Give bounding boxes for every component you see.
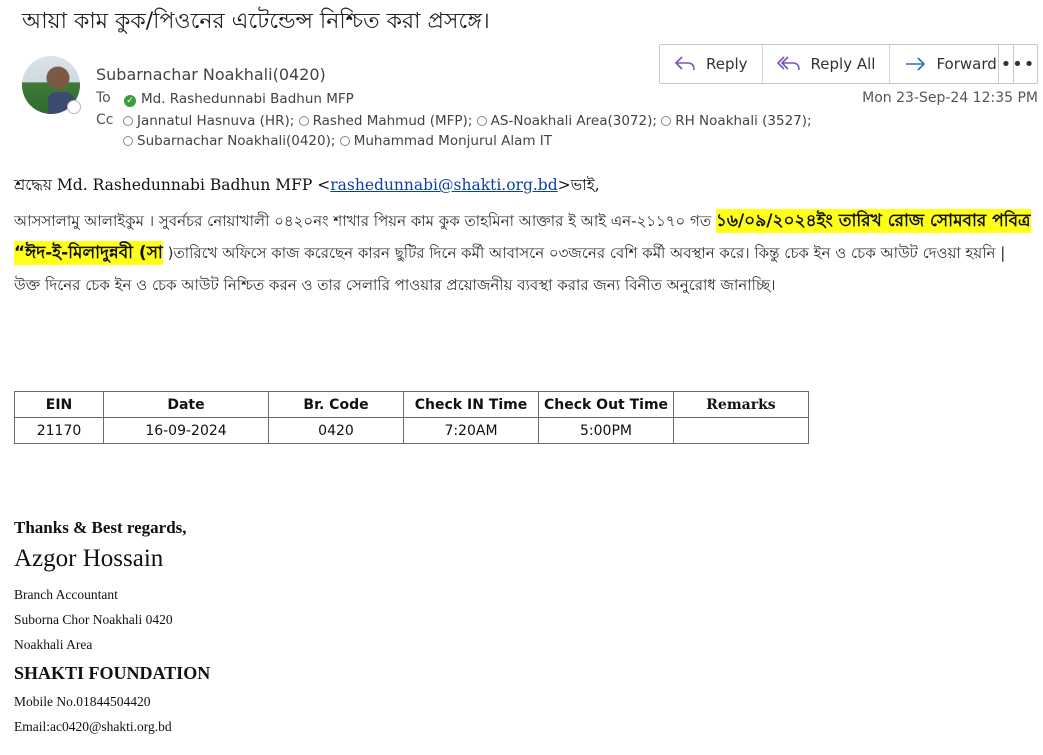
cc-recipient[interactable]: RH Noakhali (3527); bbox=[661, 113, 812, 129]
table-cell: 7:20AM bbox=[403, 417, 539, 444]
reply-icon bbox=[674, 56, 695, 71]
greeting-line: শ্রদ্ধেয় Md. Rashedunnabi Badhun MFP <r… bbox=[14, 173, 600, 199]
column-header: Check IN Time bbox=[403, 391, 539, 418]
table-cell: 0420 bbox=[268, 417, 404, 444]
table-row: 21170 16-09-2024 0420 7:20AM 5:00PM bbox=[14, 417, 809, 444]
reply-all-label: Reply All bbox=[810, 55, 876, 73]
table-cell: 21170 bbox=[14, 417, 104, 444]
table-cell bbox=[673, 417, 809, 444]
cc-recipient[interactable]: AS-Noakhali Area(3072); bbox=[476, 113, 657, 129]
email-subject: আয়া কাম কুক/পিওনের এটেন্ডেন্স নিশ্চিত ক… bbox=[22, 9, 490, 34]
sent-datetime: Mon 23-Sep-24 12:35 PM bbox=[862, 90, 1038, 106]
signature-email: Email:ac0420@shakti.org.bd bbox=[14, 719, 172, 734]
presence-unknown-icon bbox=[298, 116, 309, 126]
column-header: Remarks bbox=[673, 391, 809, 418]
presence-status-icon bbox=[67, 100, 81, 114]
signature-name: Azgor Hossain bbox=[14, 545, 164, 572]
cc-recipient[interactable]: Muhammad Monjurul Alam IT bbox=[339, 133, 552, 149]
paragraph-text: )তারিখে অফিসে কাজ করেছেন কারন ছুটির দিনে… bbox=[14, 244, 1006, 294]
reply-button[interactable]: Reply bbox=[660, 45, 763, 83]
body-paragraph: আসসালামু আলাইকুম । সুবর্নচর নোয়াখালী ০৪… bbox=[14, 205, 1036, 301]
cc-recipients-line2: Subarnachar Noakhali(0420); Muhammad Mon… bbox=[123, 133, 552, 149]
presence-unknown-icon bbox=[123, 116, 133, 126]
forward-label: Forward bbox=[936, 55, 997, 73]
column-header: Check Out Time bbox=[538, 391, 674, 418]
signature-branch: Suborna Chor Noakhali 0420 bbox=[14, 612, 173, 627]
presence-unknown-icon bbox=[339, 136, 350, 146]
signature-title: Branch Accountant bbox=[14, 587, 118, 602]
email-link[interactable]: rashedunnabi@shakti.org.bd bbox=[330, 176, 557, 194]
table-header-row: EIN Date Br. Code Check IN Time Check Ou… bbox=[14, 391, 809, 418]
table-cell: 5:00PM bbox=[538, 417, 674, 444]
reply-label: Reply bbox=[706, 55, 748, 73]
table-cell: 16-09-2024 bbox=[103, 417, 269, 444]
cc-label: Cc bbox=[96, 112, 114, 128]
attendance-table: EIN Date Br. Code Check IN Time Check Ou… bbox=[14, 391, 809, 444]
reply-all-button[interactable]: Reply All bbox=[763, 45, 891, 83]
column-header: EIN bbox=[14, 391, 104, 418]
cc-recipients-line1: Jannatul Hasnuva (HR); Rashed Mahmud (MF… bbox=[123, 113, 812, 129]
to-label: To bbox=[96, 90, 111, 106]
reply-all-icon bbox=[776, 56, 800, 71]
presence-unknown-icon bbox=[123, 136, 133, 146]
cc-recipient[interactable]: Subarnachar Noakhali(0420); bbox=[123, 133, 335, 149]
message-actions-toolbar: Reply Reply All Forward bbox=[659, 44, 1014, 84]
paragraph-text: আসসালামু আলাইকুম । সুবর্নচর নোয়াখালী ০৪… bbox=[14, 212, 716, 230]
signature-closing: Thanks & Best regards, bbox=[14, 518, 187, 537]
more-actions-button[interactable]: ••• bbox=[998, 44, 1038, 84]
greeting-suffix: >ভাই, bbox=[557, 176, 600, 194]
presence-unknown-icon bbox=[661, 116, 672, 126]
forward-button[interactable]: Forward bbox=[890, 45, 1012, 83]
presence-unknown-icon bbox=[476, 116, 487, 126]
signature-org: SHAKTI FOUNDATION bbox=[14, 663, 211, 683]
cc-recipient[interactable]: Jannatul Hasnuva (HR); bbox=[123, 113, 294, 129]
column-header: Br. Code bbox=[268, 391, 404, 418]
column-header: Date bbox=[103, 391, 269, 418]
sender-name[interactable]: Subarnachar Noakhali(0420) bbox=[96, 65, 326, 84]
to-recipient[interactable]: ✓ Md. Rashedunnabi Badhun MFP bbox=[124, 91, 354, 107]
signature-area: Noakhali Area bbox=[14, 637, 93, 652]
available-check-icon: ✓ bbox=[124, 95, 136, 107]
greeting-prefix: শ্রদ্ধেয় Md. Rashedunnabi Badhun MFP < bbox=[14, 176, 331, 194]
to-recipient-name[interactable]: Md. Rashedunnabi Badhun MFP bbox=[141, 91, 354, 107]
forward-icon bbox=[906, 57, 926, 71]
signature-mobile: Mobile No.01844504420 bbox=[14, 694, 151, 709]
cc-recipient[interactable]: Rashed Mahmud (MFP); bbox=[298, 113, 472, 129]
